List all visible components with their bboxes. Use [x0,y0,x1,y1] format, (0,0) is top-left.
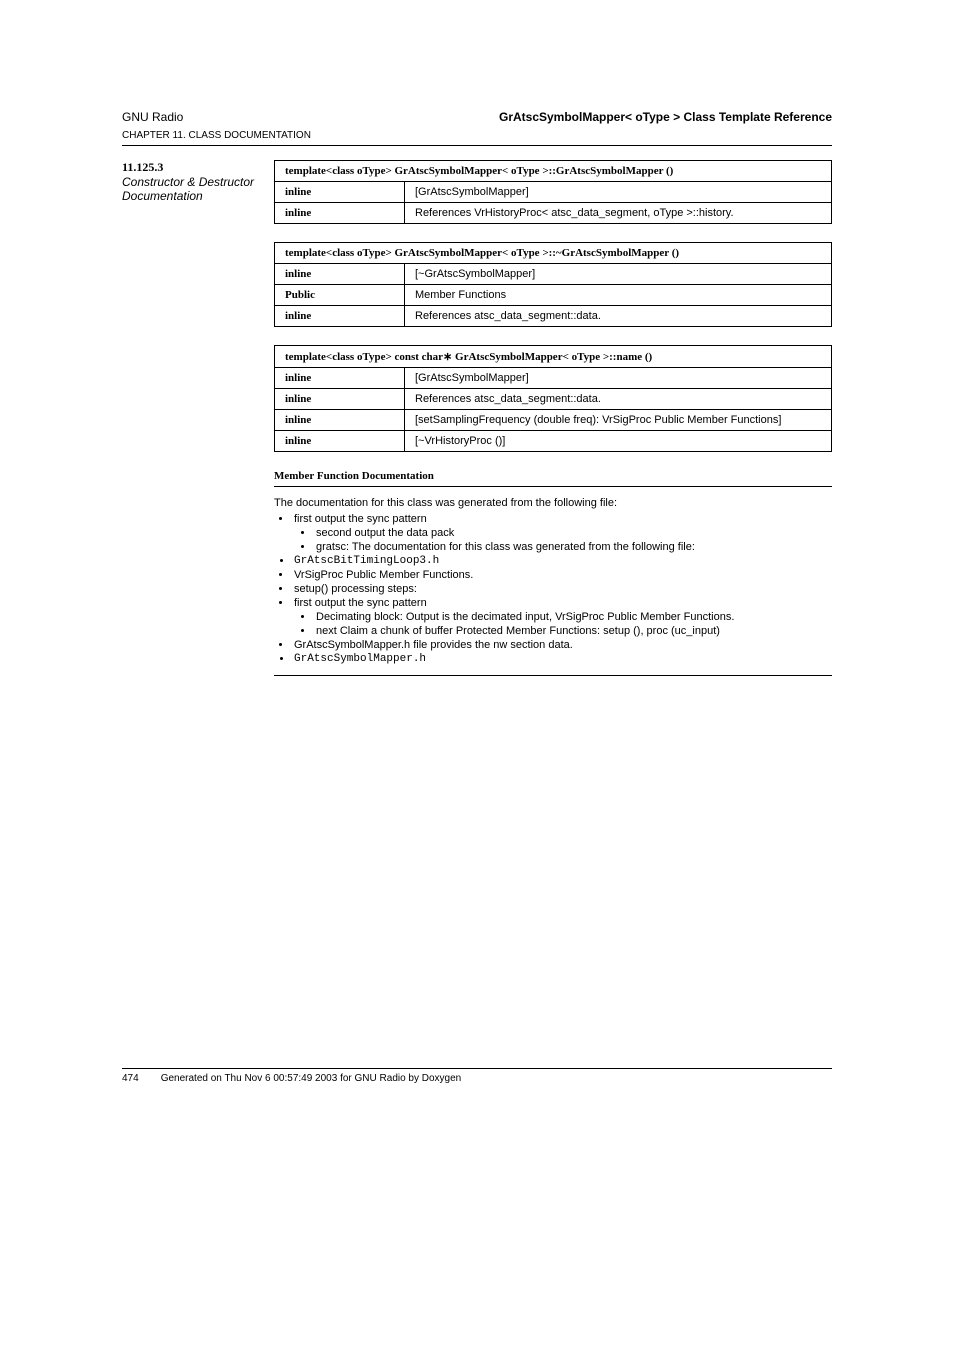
cell-key: Public [275,285,405,306]
list-text: first output the sync pattern [294,513,427,525]
list-item: first output the sync pattern second out… [292,513,832,553]
left-margin: 11.125.3 Constructor & Destructor Docume… [122,160,274,676]
list-item: gratsc: The documentation for this class… [314,541,832,553]
cell-val: [~VrHistoryProc ()] [405,431,832,452]
header-rule [122,145,832,146]
section-rule [274,486,832,487]
list-item: second output the data pack [314,527,832,539]
cell-val: Member Functions [405,285,832,306]
footer-rule [122,1068,832,1069]
two-column: 11.125.3 Constructor & Destructor Docume… [122,160,832,676]
list-item: next Claim a chunk of buffer Protected M… [314,625,832,637]
footer: 474 Generated on Thu Nov 6 00:57:49 2003… [122,1068,832,1084]
deps-intro: The documentation for this class was gen… [274,497,832,509]
cell-key: inline [275,264,405,285]
cell-key: inline [275,306,405,327]
page: GNU Radio GrAtscSymbolMapper< oType > Cl… [0,0,954,1351]
header-left: GNU Radio [122,110,183,124]
product-name: GNU Radio [122,110,183,124]
top-row: GNU Radio GrAtscSymbolMapper< oType > Cl… [122,110,832,124]
cell-val: References VrHistoryProc< atsc_data_segm… [405,203,832,224]
list-item: VrSigProc Public Member Functions. [292,569,832,581]
table-row: inline References atsc_data_segment::dat… [275,389,832,410]
list-item: GrAtscBitTimingLoop3.h [292,555,832,567]
list-item: first output the sync pattern Decimating… [292,597,832,637]
list-text: first output the sync pattern [294,597,427,609]
table-row: inline [GrAtscSymbolMapper] [275,182,832,203]
table-caption: template<class oType> GrAtscSymbolMapper… [275,243,832,264]
chapter-label: CHAPTER 11. CLASS DOCUMENTATION [122,130,832,141]
footer-info: 474 Generated on Thu Nov 6 00:57:49 2003… [122,1073,832,1084]
cell-val: [GrAtscSymbolMapper] [405,368,832,389]
section-number: 11.125.3 [122,160,274,175]
table-caption: template<class oType> const char∗ GrAtsc… [275,346,832,368]
cell-key: inline [275,182,405,203]
content-bottom-rule [274,675,832,676]
list-item: setup() processing steps: [292,583,832,595]
list-item: GrAtscSymbolMapper.h file provides the n… [292,639,832,651]
cell-val: [GrAtscSymbolMapper] [405,182,832,203]
cell-val: [~GrAtscSymbolMapper] [405,264,832,285]
table-row: inline References VrHistoryProc< atsc_da… [275,203,832,224]
generated-by: Generated on Thu Nov 6 00:57:49 2003 for… [161,1073,462,1084]
table-caption: template<class oType> GrAtscSymbolMapper… [275,161,832,182]
list-item: GrAtscSymbolMapper.h [292,653,832,665]
cell-key: inline [275,203,405,224]
deps-list: first output the sync pattern second out… [274,513,832,665]
cell-key: inline [275,431,405,452]
table-row: inline [setSamplingFrequency (double fre… [275,410,832,431]
cell-key: inline [275,410,405,431]
main-content: template<class oType> GrAtscSymbolMapper… [274,160,832,676]
table-destructor: template<class oType> GrAtscSymbolMapper… [274,242,832,327]
table-row: inline [GrAtscSymbolMapper] [275,368,832,389]
cell-key: inline [275,389,405,410]
page-number: 474 [122,1073,139,1084]
table-constructor: template<class oType> GrAtscSymbolMapper… [274,160,832,224]
cell-val: References atsc_data_segment::data. [405,306,832,327]
list-item: Decimating block: Output is the decimate… [314,611,832,623]
table-row: inline [~VrHistoryProc ()] [275,431,832,452]
table-name-fn: template<class oType> const char∗ GrAtsc… [274,345,832,452]
cell-key: inline [275,368,405,389]
table-row: inline References atsc_data_segment::dat… [275,306,832,327]
table-row: inline [~GrAtscSymbolMapper] [275,264,832,285]
cell-val: References atsc_data_segment::data. [405,389,832,410]
table-row: Public Member Functions [275,285,832,306]
cell-val: [setSamplingFrequency (double freq): VrS… [405,410,832,431]
header-right: GrAtscSymbolMapper< oType > Class Templa… [499,110,832,124]
member-fn-label: Member Function Documentation [274,470,832,482]
constructor-label: Constructor & Destructor Documentation [122,175,274,203]
